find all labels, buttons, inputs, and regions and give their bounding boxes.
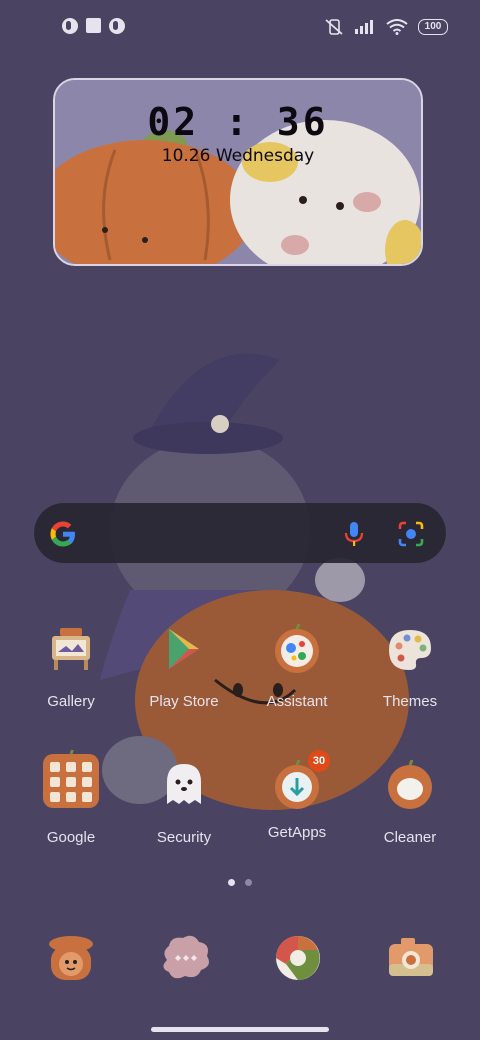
google-search-bar[interactable] <box>34 503 446 563</box>
assistant-icon <box>275 623 319 673</box>
app-getapps[interactable]: 30 GetApps <box>242 750 352 880</box>
signal-icon <box>355 20 373 34</box>
app-themes[interactable]: Themes <box>355 624 465 744</box>
dock-phone[interactable] <box>43 930 99 986</box>
app-assistant[interactable]: Assistant <box>242 623 352 744</box>
notification-icon-2 <box>86 18 101 33</box>
page-dot-1[interactable] <box>228 879 235 886</box>
dock-browser[interactable] <box>270 930 326 986</box>
status-bar: 100 <box>0 0 480 56</box>
notification-icon-3 <box>109 18 125 34</box>
app-cleaner[interactable]: Cleaner <box>355 759 465 880</box>
security-icon <box>167 764 201 804</box>
camera-icon <box>389 938 433 976</box>
page-dot-2[interactable] <box>245 879 252 886</box>
messages-icon <box>163 935 209 979</box>
app-label: GetApps <box>267 824 327 841</box>
notification-icon-1 <box>62 18 78 34</box>
wifi-icon <box>386 19 408 35</box>
dock-messages[interactable] <box>157 930 213 986</box>
app-label: Assistant <box>266 693 328 710</box>
app-google-folder[interactable]: Google <box>16 747 126 880</box>
app-play-store[interactable]: Play Store <box>129 624 239 744</box>
notification-badge: 30 <box>308 750 330 772</box>
page-indicator[interactable] <box>0 879 480 886</box>
themes-icon <box>389 630 431 670</box>
play-store-icon <box>169 629 199 669</box>
browser-icon <box>276 936 320 980</box>
battery-icon: 100 <box>418 19 448 35</box>
app-gallery[interactable]: Gallery <box>16 624 126 744</box>
gallery-icon <box>52 628 90 670</box>
gesture-nav-bar[interactable] <box>151 1027 329 1032</box>
app-security[interactable]: Security <box>129 760 239 880</box>
clock-widget[interactable]: 02 : 36 10.26 Wednesday <box>53 78 423 266</box>
app-label: Play Store <box>149 693 219 710</box>
dock-camera[interactable] <box>383 930 439 986</box>
google-g-icon[interactable] <box>48 519 78 549</box>
clock-time: 02 : 36 <box>147 100 329 144</box>
phone-icon <box>49 936 93 980</box>
app-label: Gallery <box>47 693 95 710</box>
app-label: Security <box>156 829 212 846</box>
google-folder-icon <box>43 747 99 808</box>
clock-date: 10.26 Wednesday <box>161 146 315 166</box>
app-label: Cleaner <box>383 829 437 846</box>
mute-icon <box>325 19 343 35</box>
lens-camera-icon[interactable] <box>396 519 426 549</box>
cleaner-icon <box>388 759 432 809</box>
app-label: Themes <box>382 693 438 710</box>
app-label: Google <box>46 829 96 846</box>
microphone-icon[interactable] <box>339 519 369 549</box>
